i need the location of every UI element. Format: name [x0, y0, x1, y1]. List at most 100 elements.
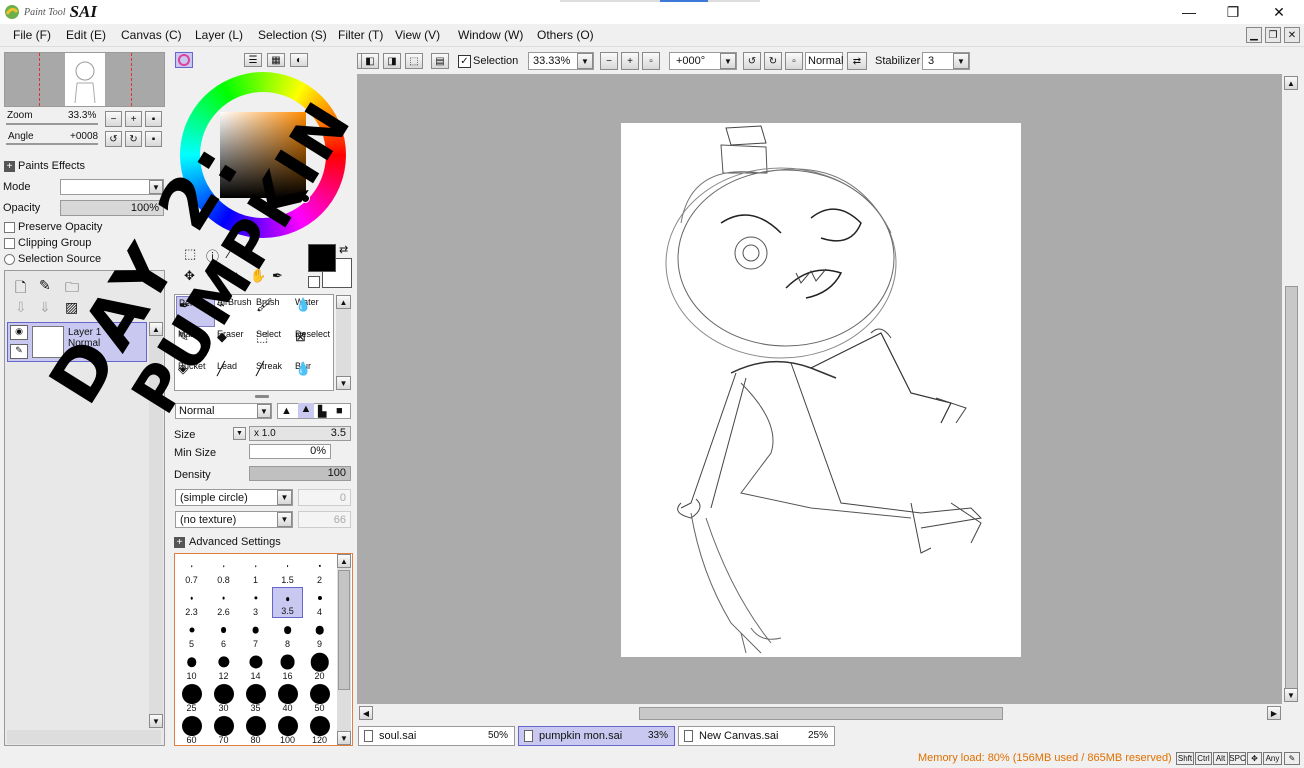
brush-size-cell[interactable]: 20 — [304, 651, 335, 682]
panel-splitter[interactable] — [255, 395, 269, 398]
saturation-value-square[interactable] — [220, 112, 306, 198]
toolbar-zoom-reset-button[interactable]: ▫ — [642, 52, 660, 70]
brush-size-cell[interactable]: 40 — [272, 683, 303, 714]
eye-icon[interactable]: ◉ — [10, 325, 28, 340]
navigator-preview[interactable] — [4, 52, 165, 107]
canvas-vscrollbar[interactable]: ▲ ▼ — [1283, 74, 1300, 704]
menu-file[interactable]: File (F) — [13, 28, 51, 42]
menu-canvas[interactable]: Canvas (C) — [121, 28, 182, 42]
transfer-down-icon[interactable]: ⇩ — [15, 299, 27, 316]
toolbar-rotate-right-button[interactable]: ↻ — [764, 52, 782, 70]
rect-select-icon[interactable]: ⬚ — [184, 246, 196, 262]
brush-size-cell[interactable]: 8 — [272, 619, 303, 650]
new-linework-layer-icon[interactable]: ✎ — [39, 277, 51, 294]
undo-icon[interactable]: ◧ — [361, 53, 379, 69]
layer-scrollbar[interactable]: ▲ ▼ — [149, 322, 163, 728]
brush-shape-select[interactable]: (simple circle) ▼ — [175, 489, 293, 506]
rotate-reset-button[interactable]: ▪ — [145, 131, 162, 147]
menu-others[interactable]: Others (O) — [537, 28, 594, 42]
selection-source-radio[interactable] — [4, 254, 15, 265]
transparent-color-icon[interactable] — [308, 276, 320, 288]
brush-size-cell[interactable]: 2.6 — [208, 587, 239, 618]
tool-scrollbar[interactable]: ▲ ▼ — [336, 295, 351, 390]
brush-size-cell[interactable]: 3.5 — [272, 587, 303, 618]
magic-wand-icon[interactable]: ⁄ — [228, 246, 230, 261]
redo-icon[interactable]: ◨ — [383, 53, 401, 69]
mdi-restore-button[interactable]: ❐ — [1265, 27, 1281, 43]
selection-checkbox[interactable]: ✓ — [458, 55, 471, 68]
brush-size-cell[interactable]: 14 — [240, 651, 271, 682]
brush-texture-select[interactable]: (no texture) ▼ — [175, 511, 293, 528]
expand-effects-icon[interactable]: + — [4, 161, 15, 172]
new-layer-icon[interactable]: 🗋 — [15, 277, 26, 301]
zoom-slider[interactable] — [6, 123, 98, 125]
mdi-minimize-button[interactable]: ▁ — [1246, 27, 1262, 43]
deselect-toolbar-icon[interactable]: ⬚ — [405, 53, 423, 69]
canvas-viewport[interactable] — [357, 74, 1282, 704]
brush-shape-selector[interactable]: ▲ ▲ ▙ ■ — [277, 403, 351, 419]
preserve-opacity-checkbox[interactable] — [4, 222, 15, 233]
view-blend-select[interactable]: Normal — [805, 52, 843, 70]
rotate-left-button[interactable]: ↺ — [105, 131, 122, 147]
document-tab-pumpkin[interactable]: pumpkin mon.sai 33% — [518, 726, 675, 746]
menu-layer[interactable]: Layer (L) — [195, 28, 243, 42]
clear-layer-icon[interactable]: ▨ — [65, 299, 78, 316]
toolbar-zoom-in-button[interactable]: + — [621, 52, 639, 70]
menu-edit[interactable]: Edit (E) — [66, 28, 106, 42]
expand-advanced-icon[interactable]: + — [174, 537, 185, 548]
min-size-slider[interactable]: 0% — [249, 444, 331, 459]
brush-size-cell[interactable]: 100 — [272, 715, 303, 745]
eyedropper-icon[interactable]: ✒ — [272, 268, 283, 284]
zoom-reset-button[interactable]: ▪ — [145, 111, 162, 127]
toolbar-rotate-reset-button[interactable]: ▫ — [785, 52, 803, 70]
brush-size-cell[interactable]: 30 — [208, 683, 239, 714]
tool-deselect[interactable]: Deselect ⊠ — [293, 328, 332, 359]
brush-blend-select[interactable]: Normal ▼ — [175, 403, 272, 419]
brush-size-cell[interactable]: 6 — [208, 619, 239, 650]
brush-size-cell[interactable]: 120 — [304, 715, 335, 745]
brush-lock-icon[interactable]: ✎ — [10, 344, 28, 359]
angle-slider[interactable] — [6, 143, 98, 145]
clipping-group-checkbox[interactable] — [4, 238, 15, 249]
zoom-out-button[interactable]: − — [105, 111, 122, 127]
move-icon[interactable]: ✥ — [184, 268, 195, 284]
brush-size-cell[interactable]: 2 — [304, 555, 335, 586]
layer-hscrollbar[interactable] — [7, 730, 161, 744]
stabilizer-select[interactable]: 3 ▼ — [922, 52, 970, 70]
size-slider[interactable]: x 1.0 3.5 — [249, 426, 351, 441]
toolbar-zoom-out-button[interactable]: − — [600, 52, 618, 70]
menu-selection[interactable]: Selection (S) — [258, 28, 327, 42]
brush-size-cell[interactable]: 12 — [208, 651, 239, 682]
tool-water[interactable]: Water 💧 — [293, 296, 332, 327]
document-tab-soul[interactable]: soul.sai 50% — [358, 726, 515, 746]
color-picker-handle[interactable] — [301, 194, 310, 203]
zoom-in-button[interactable]: + — [125, 111, 142, 127]
brush-size-cell[interactable]: 1.5 — [272, 555, 303, 586]
brush-size-cell[interactable]: 0.7 — [176, 555, 207, 586]
tool-blur[interactable]: Blur 💧 — [293, 360, 332, 391]
tool-bucket[interactable]: Bucket ◈ — [176, 360, 215, 391]
brush-size-cell[interactable]: 1 — [240, 555, 271, 586]
brush-size-cell[interactable]: 5 — [176, 619, 207, 650]
swap-colors-icon[interactable]: ⇄ — [339, 243, 348, 256]
minimize-button[interactable]: — — [1166, 0, 1212, 24]
layer-mode-select[interactable]: ▼ — [60, 179, 164, 195]
brush-size-cell[interactable]: 25 — [176, 683, 207, 714]
brush-size-cell[interactable]: 80 — [240, 715, 271, 745]
layer-row[interactable]: ◉ ✎ Layer 1 Normal 100% — [7, 322, 147, 362]
color-wheel-tab[interactable] — [175, 52, 193, 68]
brush-size-cell[interactable]: 2.3 — [176, 587, 207, 618]
tool-lead[interactable]: Lead ╱ — [215, 360, 254, 391]
tool-pen[interactable]: Pen ✒ — [176, 296, 215, 327]
tool-airbrush[interactable]: AirBrush ⌁ — [215, 296, 254, 327]
brush-size-cell[interactable]: 10 — [176, 651, 207, 682]
rotate-right-button[interactable]: ↻ — [125, 131, 142, 147]
mdi-close-button[interactable]: ✕ — [1284, 27, 1300, 43]
rotate-icon[interactable]: ↻ — [228, 268, 239, 284]
brush-size-cell[interactable]: 9 — [304, 619, 335, 650]
brush-size-scrollbar[interactable]: ▲ ▼ — [337, 554, 351, 745]
density-slider[interactable]: 100 — [249, 466, 351, 481]
brush-size-cell[interactable]: 35 — [240, 683, 271, 714]
canvas-vscroll-thumb[interactable] — [1285, 286, 1298, 689]
hand-icon[interactable]: ✋ — [250, 268, 266, 284]
